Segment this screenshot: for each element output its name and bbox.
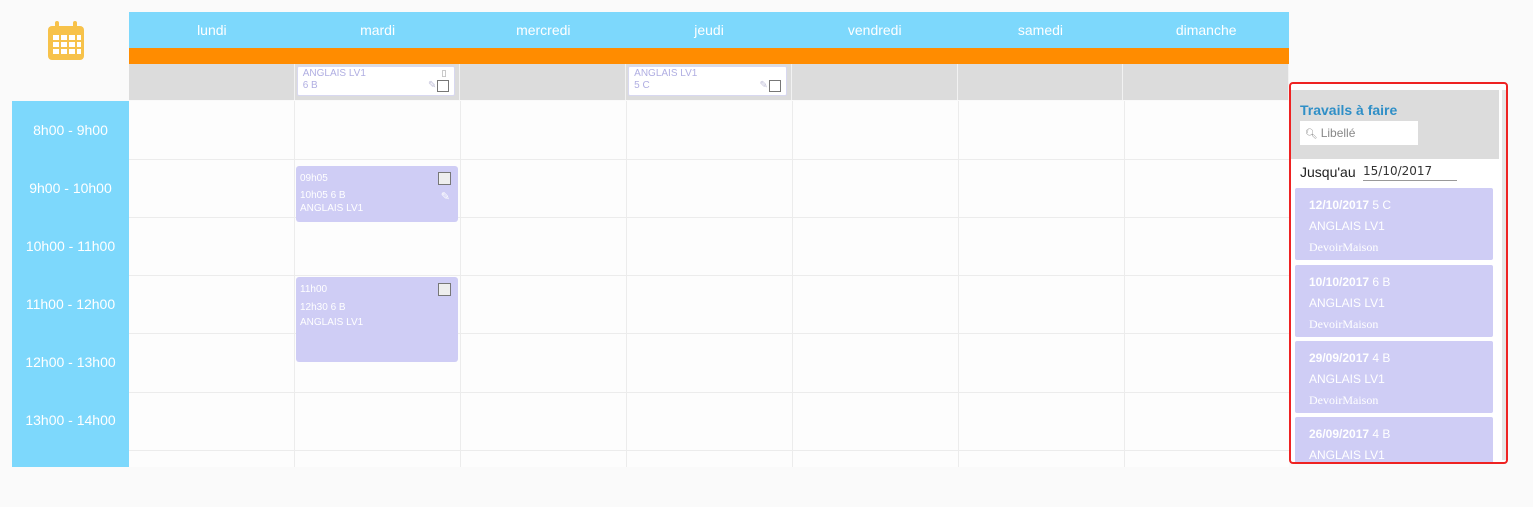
card-class: 5 C (634, 80, 650, 91)
homework-panel: Travails à faire 🔍︎ Libellé Jusqu'au 15/1… (1289, 82, 1508, 464)
card-subject: ANGLAIS LV1 (302, 68, 366, 79)
grid-divider (294, 101, 295, 467)
item-kind: DevoirMaison (1309, 393, 1379, 407)
grid-divider (129, 392, 1289, 393)
grid-divider (626, 101, 627, 467)
grid-divider (129, 275, 1289, 276)
grid-divider (792, 101, 793, 467)
day-label-mardi: mardi (360, 22, 396, 38)
event-subject: ANGLAIS LV1 (300, 203, 364, 214)
all-day-cell-dimanche[interactable] (1123, 64, 1290, 100)
search-input[interactable]: 🔍︎ Libellé (1300, 121, 1418, 145)
all-day-card[interactable]: ANGLAIS LV1 6 B ▯ ✎ (296, 66, 456, 96)
search-placeholder: Libellé (1320, 126, 1356, 140)
grid-divider (958, 101, 959, 467)
card-checkbox[interactable] (768, 80, 781, 92)
all-day-cell-vendredi[interactable] (792, 64, 958, 100)
homework-item[interactable]: 10/10/2017 6 B ANGLAIS LV1 DevoirMaison (1295, 265, 1493, 337)
item-date: 26/09/2017 4 B (1309, 427, 1391, 441)
panel-scrollbar[interactable] (1502, 90, 1506, 460)
item-date: 10/10/2017 6 B (1309, 275, 1391, 289)
day-label-dimanche: dimanche (1175, 22, 1237, 38)
until-label: Jusqu'au (1300, 164, 1356, 180)
hour-label: 9h00 - 10h00 (29, 180, 112, 196)
event-start: 11h00 (300, 284, 328, 295)
until-date-field[interactable]: 15/10/2017 (1363, 164, 1457, 181)
card-checkbox[interactable] (437, 80, 450, 92)
all-day-card[interactable]: ANGLAIS LV1 5 C ✎ (628, 66, 787, 96)
pencil-icon[interactable]: ✎ (428, 80, 436, 91)
all-day-row: ANGLAIS LV1 6 B ▯ ✎ ANGLAIS LV1 5 C ✎ (129, 64, 1290, 100)
calendar-event[interactable]: 09h05 10h05 6 B ANGLAIS LV1 ✎ (296, 166, 458, 222)
hour-label: 10h00 - 11h00 (25, 238, 116, 254)
all-day-cell-lundi[interactable] (129, 64, 295, 100)
day-label-vendredi: vendredi (847, 22, 902, 38)
calendar-event[interactable]: 11h00 12h30 6 B ANGLAIS LV1 (296, 277, 458, 362)
hour-label: 11h00 - 12h00 (25, 296, 116, 312)
clipboard-icon[interactable]: ▯ (441, 68, 446, 79)
item-date: 12/10/2017 5 C (1309, 198, 1392, 212)
homework-item[interactable]: 12/10/2017 5 C ANGLAIS LV1 DevoirMaison (1295, 188, 1493, 260)
day-header: lundi mardi mercredi jeudi vendredi same… (129, 12, 1289, 48)
hour-column: 8h00 - 9h00 9h00 - 10h00 10h00 - 11h00 1… (12, 101, 129, 467)
all-day-cell-mercredi[interactable] (460, 64, 627, 100)
homework-item[interactable]: 29/09/2017 4 B ANGLAIS LV1 DevoirMaison (1295, 341, 1493, 413)
search-icon: 🔍︎ (1305, 129, 1318, 140)
panel-title: Travails à faire (1300, 102, 1398, 118)
all-day-cell-mardi[interactable]: ANGLAIS LV1 6 B ▯ ✎ (295, 64, 461, 100)
event-end-class: 10h05 6 B (300, 190, 346, 201)
grid-divider (1124, 101, 1125, 467)
pencil-icon[interactable]: ✎ (441, 190, 450, 203)
event-checkbox[interactable] (438, 172, 451, 185)
event-subject: ANGLAIS LV1 (300, 317, 364, 328)
hour-label (12, 449, 129, 507)
day-label-samedi: samedi (1017, 22, 1064, 38)
pencil-icon[interactable]: ✎ (759, 80, 767, 91)
item-subject: ANGLAIS LV1 (1309, 372, 1385, 386)
all-day-cell-jeudi[interactable]: ANGLAIS LV1 5 C ✎ (626, 64, 792, 100)
item-subject: ANGLAIS LV1 (1309, 448, 1385, 462)
card-class: 6 B (302, 80, 318, 91)
item-kind: DevoirMaison (1309, 317, 1379, 331)
grid-divider (129, 159, 1289, 160)
hour-label: 13h00 - 14h00 (25, 412, 116, 428)
card-subject: ANGLAIS LV1 (634, 68, 698, 79)
item-kind: DevoirMaison (1309, 240, 1379, 254)
event-checkbox[interactable] (438, 283, 451, 296)
item-subject: ANGLAIS LV1 (1309, 219, 1385, 233)
calendar-icon[interactable] (46, 20, 86, 62)
hour-label: 12h00 - 13h00 (25, 354, 116, 370)
all-day-cell-samedi[interactable] (958, 64, 1124, 100)
grid-divider (460, 101, 461, 467)
grid-divider (129, 450, 1289, 451)
day-label-jeudi: jeudi (694, 22, 724, 38)
event-start: 09h05 (300, 173, 328, 184)
event-end-class: 12h30 6 B (300, 302, 346, 313)
day-label-lundi: lundi (197, 22, 227, 38)
time-grid[interactable]: 09h05 10h05 6 B ANGLAIS LV1 ✎ 11h00 12h3… (129, 101, 1289, 467)
accent-bar (129, 48, 1289, 64)
item-subject: ANGLAIS LV1 (1309, 296, 1385, 310)
hour-label: 8h00 - 9h00 (33, 122, 108, 138)
item-date: 29/09/2017 4 B (1309, 351, 1391, 365)
homework-item[interactable]: 26/09/2017 4 B ANGLAIS LV1 (1295, 417, 1493, 462)
day-label-mercredi: mercredi (516, 22, 571, 38)
